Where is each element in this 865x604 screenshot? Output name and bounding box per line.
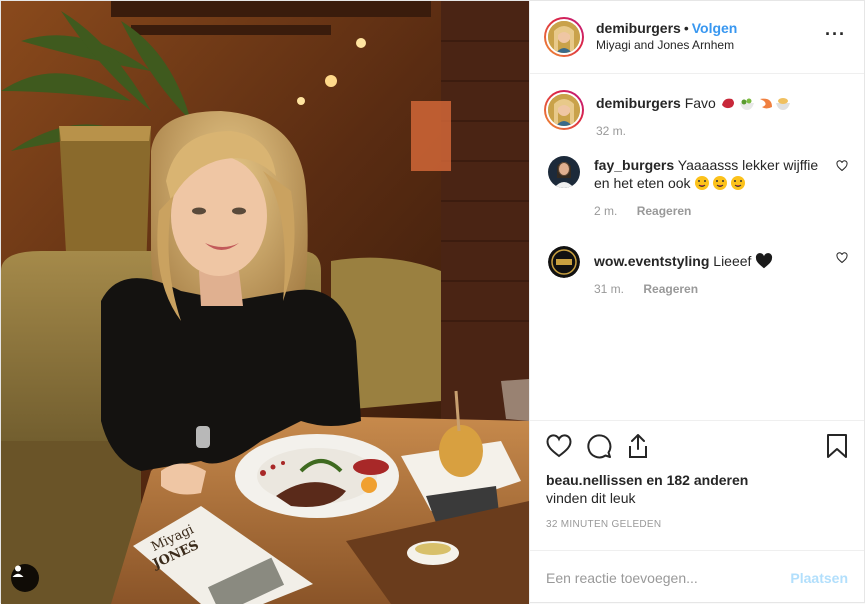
caption-avatar[interactable] [544, 90, 584, 130]
heart-icon[interactable] [546, 434, 572, 458]
location-link[interactable]: Miyagi and Jones Arnhem [596, 37, 737, 54]
comment-input[interactable] [546, 569, 791, 586]
tongue-face-emoji [731, 176, 746, 190]
meat-emoji [721, 98, 734, 109]
caption-avatar-image [548, 94, 580, 126]
tongue-face-emoji [695, 176, 710, 190]
comment-username[interactable]: fay_burgers [594, 157, 674, 173]
comment-item: fay_burgers Yaaaasss lekker wijffie en h… [548, 156, 848, 220]
post-time-ago[interactable]: 32 MINUTEN GELEDEN [546, 519, 848, 530]
comments-list: demiburgers Favo 32 m. fay_burgers Yaaaa… [530, 74, 864, 420]
bowl-emoji [775, 98, 790, 110]
tongue-face-emoji [713, 176, 728, 190]
shrimp-emoji [759, 98, 772, 109]
comment-emojis [695, 176, 746, 190]
photo-illustration: Miyagi JONES [1, 1, 529, 604]
instagram-post: Miyagi JONES demiburgers • Volgen Miyagi… [0, 0, 865, 604]
comment-time[interactable]: 31 m. [594, 282, 624, 296]
post-photo[interactable]: Miyagi JONES [1, 1, 529, 604]
comment-username[interactable]: wow.eventstyling [594, 253, 709, 269]
post-sidebar: demiburgers • Volgen Miyagi and Jones Arnh… [529, 1, 864, 604]
comment-time[interactable]: 2 m. [594, 204, 617, 218]
like-comment-heart-icon[interactable] [836, 160, 848, 172]
caption: demiburgers Favo 32 m. [544, 90, 848, 140]
comment-icon[interactable] [586, 433, 612, 459]
caption-time[interactable]: 32 m. [596, 124, 626, 138]
share-icon[interactable] [626, 433, 650, 459]
author-avatar[interactable] [544, 17, 584, 57]
comment-avatar[interactable] [548, 246, 580, 278]
user-tag-icon [12, 565, 24, 577]
likes-user[interactable]: beau.nellissen [546, 472, 642, 488]
like-comment-heart-icon[interactable] [836, 252, 848, 264]
follow-button[interactable]: Volgen [692, 20, 738, 36]
black-heart-emoji [756, 253, 773, 269]
caption-username[interactable]: demiburgers [596, 95, 681, 111]
bookmark-icon[interactable] [826, 433, 848, 459]
reply-button[interactable]: Reageren [643, 282, 698, 296]
comment-item: wow.eventstyling Lieeef 31 m. Reageren [548, 246, 848, 298]
user-tag-button[interactable] [11, 564, 39, 592]
likes-rest[interactable]: en 182 anderen [646, 472, 748, 488]
post-header: demiburgers • Volgen Miyagi and Jones Arnh… [530, 1, 864, 74]
author-username[interactable]: demiburgers [596, 20, 681, 36]
comment-avatar-image [548, 246, 580, 278]
likes-summary: beau.nellissen en 182 anderen vinden dit… [546, 471, 848, 507]
header-separator: • [683, 20, 689, 36]
add-comment-bar: Plaatsen [530, 550, 864, 604]
comment-avatar[interactable] [548, 156, 580, 188]
comment-avatar-image [548, 156, 580, 188]
more-options-icon[interactable]: ··· [825, 25, 846, 43]
author-avatar-image [548, 21, 580, 53]
post-comment-button[interactable]: Plaatsen [790, 570, 848, 586]
comment-text: Lieeef [713, 253, 752, 269]
caption-emojis [721, 98, 790, 110]
reply-button[interactable]: Reageren [637, 204, 692, 218]
likes-suffix: vinden dit leuk [546, 490, 636, 506]
post-actions: beau.nellissen en 182 anderen vinden dit… [530, 420, 864, 550]
caption-text: Favo [684, 95, 716, 111]
salad-emoji [739, 98, 754, 110]
